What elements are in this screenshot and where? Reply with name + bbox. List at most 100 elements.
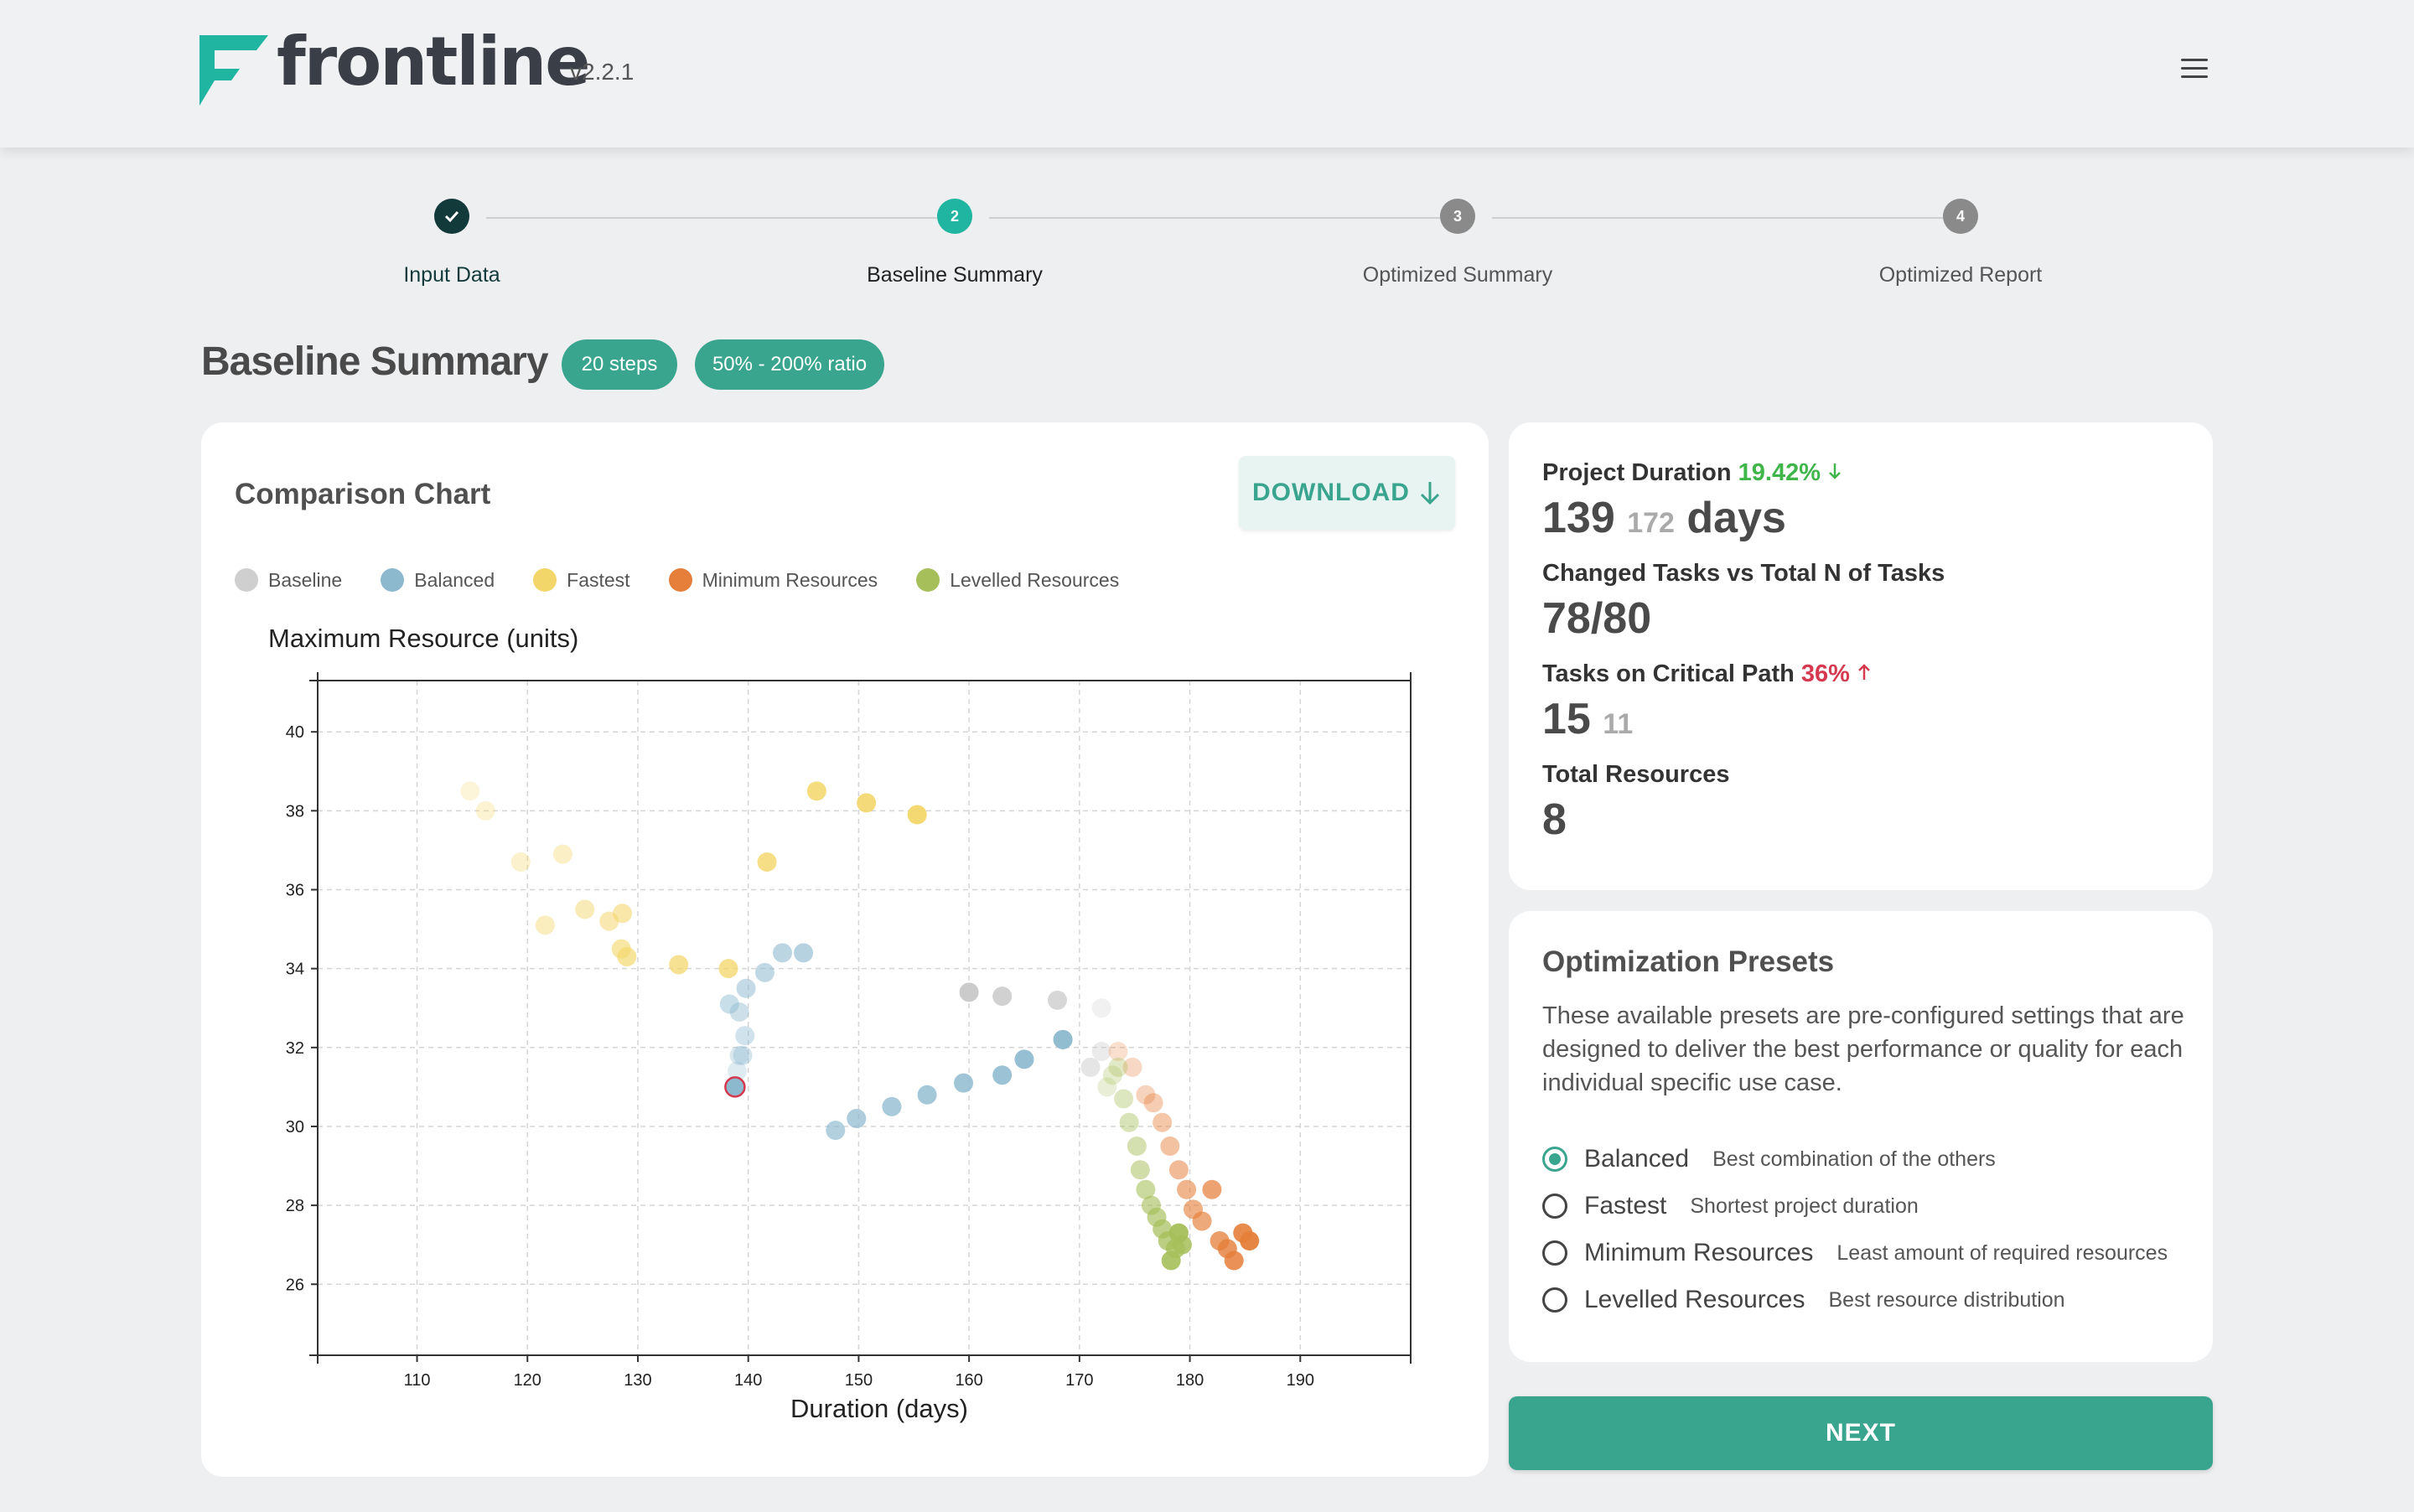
legend-item-minimum-resources[interactable]: Minimum Resources: [668, 568, 878, 592]
legend-item-balanced[interactable]: Balanced: [381, 568, 495, 592]
step-2-label[interactable]: Baseline Summary: [787, 263, 1122, 287]
data-point-balanced: [1053, 1029, 1073, 1049]
comparison-chart-title: Comparison Chart: [235, 478, 491, 510]
data-point-baseline: [992, 986, 1013, 1007]
radio-button[interactable]: [1542, 1194, 1567, 1219]
data-point-baseline: [959, 982, 979, 1002]
step-4-indicator[interactable]: 4: [1943, 199, 1978, 234]
data-point-fastest: [575, 899, 595, 919]
data-point-levelled-resources: [1130, 1160, 1150, 1180]
data-point-balanced: [735, 1026, 755, 1046]
data-point-balanced: [1014, 1049, 1034, 1069]
duration-unit: days: [1686, 494, 1786, 542]
data-point-balanced: [847, 1109, 867, 1129]
x-tick-label: 150: [845, 1371, 873, 1390]
y-tick-label: 36: [286, 882, 304, 900]
legend-label: Fastest: [567, 568, 630, 591]
plot-frame: [317, 680, 1412, 1356]
data-point-minimum-resources: [1160, 1136, 1180, 1156]
legend-dot: [668, 568, 692, 592]
data-point-levelled-resources: [1127, 1136, 1147, 1156]
preset-desc: Best resource distribution: [1828, 1287, 2065, 1312]
data-point-balanced: [992, 1065, 1013, 1085]
data-point-fastest: [617, 947, 637, 967]
legend-label: Levelled Resources: [950, 568, 1120, 591]
critical-path-current: 15: [1542, 695, 1591, 743]
step-1-label[interactable]: Input Data: [284, 263, 619, 287]
highlighted-point: [724, 1076, 746, 1098]
legend-item-baseline[interactable]: Baseline: [235, 568, 342, 592]
download-button[interactable]: DOWNLOAD: [1239, 456, 1455, 530]
data-point-fastest: [613, 904, 633, 924]
arrow-down-icon: [1829, 463, 1841, 479]
radio-button[interactable]: [1542, 1240, 1567, 1266]
stepper-connector: [989, 217, 1442, 219]
data-point-minimum-resources: [1177, 1179, 1197, 1199]
data-point-minimum-resources: [1143, 1093, 1163, 1113]
data-point-balanced: [794, 943, 814, 963]
data-point-balanced: [719, 994, 739, 1014]
step-2-indicator[interactable]: 2: [937, 199, 972, 234]
legend-dot: [235, 568, 258, 592]
y-tick-label: 38: [286, 802, 304, 821]
y-tick-label: 30: [286, 1118, 304, 1137]
changed-tasks-label: Changed Tasks vs Total N of Tasks: [1542, 560, 1945, 587]
data-point-balanced: [773, 943, 793, 963]
ratio-badge: 50% - 200% ratio: [695, 339, 884, 390]
hamburger-menu-icon[interactable]: [2181, 59, 2208, 80]
preset-option-minimum-resources[interactable]: Minimum Resources Least amount of requir…: [1542, 1239, 2168, 1267]
data-point-levelled-resources: [1108, 1057, 1128, 1077]
data-point-balanced: [917, 1085, 937, 1105]
data-point-fastest: [510, 852, 531, 873]
y-tick-label: 34: [286, 961, 304, 979]
preset-option-fastest[interactable]: Fastest Shortest project duration: [1542, 1192, 1919, 1220]
data-point-baseline: [1091, 998, 1111, 1018]
x-tick-label: 110: [404, 1371, 431, 1390]
preset-option-balanced[interactable]: Balanced Best combination of the others: [1542, 1145, 1996, 1173]
legend-dot: [533, 568, 557, 592]
y-tick-label: 40: [286, 723, 304, 742]
critical-path-title: Tasks on Critical Path: [1542, 660, 1795, 687]
data-point-balanced: [733, 1045, 753, 1065]
radio-button[interactable]: [1542, 1147, 1567, 1172]
data-point-minimum-resources: [1224, 1251, 1244, 1271]
arrow-down-icon: [1420, 482, 1440, 505]
duration-previous: 172: [1627, 507, 1675, 539]
data-point-balanced: [954, 1073, 974, 1093]
x-axis-label: Duration (days): [790, 1394, 968, 1423]
data-point-minimum-resources: [1168, 1160, 1189, 1180]
legend-item-fastest[interactable]: Fastest: [533, 568, 630, 592]
project-duration-title: Project Duration: [1542, 459, 1732, 486]
stepper-connector: [1492, 217, 1945, 219]
radio-button[interactable]: [1542, 1287, 1567, 1313]
legend-label: Baseline: [268, 568, 343, 591]
legend-label: Minimum Resources: [702, 568, 878, 591]
preset-option-levelled-resources[interactable]: Levelled Resources Best resource distrib…: [1542, 1286, 2065, 1314]
legend-label: Balanced: [414, 568, 495, 591]
legend-item-levelled-resources[interactable]: Levelled Resources: [916, 568, 1119, 592]
presets-description: These available presets are pre-configur…: [1542, 1002, 2184, 1096]
data-point-baseline: [1091, 1042, 1111, 1062]
comparison-scatter-chart[interactable]: Maximum Resource (units) 110 120 130 140 150 1…: [201, 612, 1442, 1433]
app-version: v2.2.1: [570, 59, 635, 85]
preset-name: Levelled Resources: [1584, 1286, 1805, 1313]
step-1-check-icon[interactable]: [434, 199, 469, 234]
step-4-label[interactable]: Optimized Report: [1793, 263, 2128, 287]
data-point-fastest: [460, 781, 480, 801]
data-point-levelled-resources: [1168, 1223, 1189, 1243]
app-header: frontline v2.2.1: [0, 0, 2414, 148]
x-tick-label: 120: [514, 1371, 541, 1390]
data-point-fastest: [475, 800, 495, 821]
data-point-fastest: [718, 959, 738, 979]
x-tick-label: 130: [624, 1371, 651, 1390]
step-3-label[interactable]: Optimized Summary: [1290, 263, 1625, 287]
y-tick-label: 28: [286, 1197, 304, 1215]
x-tick-label: 180: [1176, 1371, 1204, 1390]
critical-path-value: 15 11: [1542, 694, 1633, 744]
legend-dot: [381, 568, 405, 592]
next-button[interactable]: NEXT: [1509, 1396, 2213, 1470]
data-point-balanced: [754, 962, 774, 982]
data-point-fastest: [669, 955, 689, 975]
step-3-indicator[interactable]: 3: [1440, 199, 1475, 234]
preset-name: Minimum Resources: [1584, 1239, 1814, 1266]
